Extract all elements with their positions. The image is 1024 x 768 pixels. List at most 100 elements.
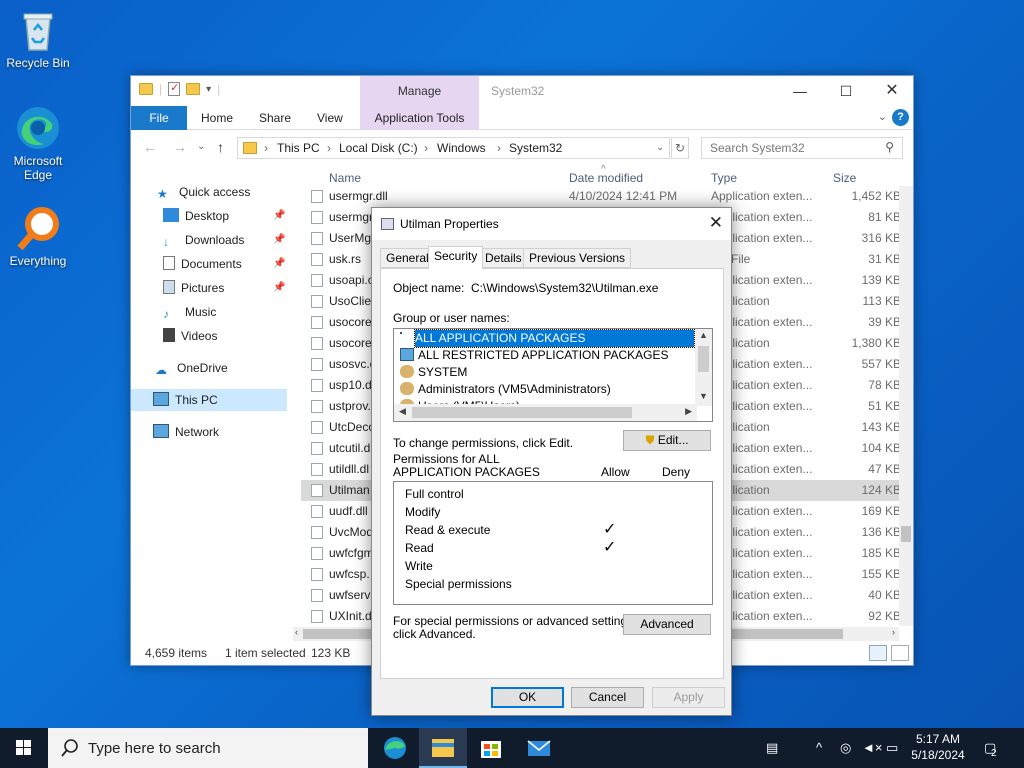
qat-dropdown-icon[interactable]: ▾ xyxy=(206,84,211,95)
scroll-thumb[interactable] xyxy=(901,526,911,542)
nav-music[interactable]: ♪ Music xyxy=(163,301,216,323)
minimize-button[interactable]: — xyxy=(777,76,823,106)
column-name[interactable]: Name xyxy=(329,171,361,185)
nav-desktop[interactable]: Desktop xyxy=(163,205,229,227)
start-button[interactable] xyxy=(0,728,48,768)
tab-view[interactable]: View xyxy=(303,106,357,130)
taskbar: Type here to search ▤ ^ ◎ ◄× ▭ 5:17 AM 5… xyxy=(0,728,1024,768)
tab-file[interactable]: File xyxy=(131,106,187,130)
scroll-thumb[interactable] xyxy=(698,346,709,372)
file-icon xyxy=(311,358,323,371)
forward-icon[interactable]: → xyxy=(173,139,187,155)
volume-muted-icon[interactable]: ◄× xyxy=(862,728,882,768)
scroll-left-icon[interactable]: ‹ xyxy=(295,627,298,637)
column-type[interactable]: Type xyxy=(711,171,737,185)
tab-share[interactable]: Share xyxy=(245,106,305,130)
refresh-icon[interactable]: ↻ xyxy=(671,137,689,159)
up-icon[interactable]: ↑ xyxy=(217,139,224,155)
permissions-for-label-1: Permissions for ALL xyxy=(393,452,500,466)
nav-documents[interactable]: Documents xyxy=(163,253,242,275)
show-hidden-icons[interactable]: ^ xyxy=(816,728,822,768)
tab-previous-versions[interactable]: Previous Versions xyxy=(523,248,632,268)
breadcrumb-system32[interactable]: System32 xyxy=(509,141,562,155)
taskbar-mail[interactable] xyxy=(515,728,563,768)
dialog-close-icon[interactable]: ✕ xyxy=(709,213,723,233)
scroll-down-icon[interactable]: ▼ xyxy=(699,391,708,401)
news-icon[interactable]: ▤ xyxy=(766,728,778,768)
scroll-right-icon[interactable]: ▶ xyxy=(685,406,692,417)
file-icon xyxy=(311,379,323,392)
maximize-button[interactable]: ☐ xyxy=(823,76,869,106)
list-item-system[interactable]: SYSTEM xyxy=(400,364,467,381)
taskbar-store[interactable] xyxy=(467,728,515,768)
taskbar-file-explorer[interactable] xyxy=(419,728,467,768)
nav-pictures[interactable]: Pictures xyxy=(163,277,224,299)
new-folder-icon[interactable] xyxy=(186,83,201,95)
close-button[interactable]: ✕ xyxy=(869,76,915,106)
expand-ribbon-icon[interactable]: ⌄ xyxy=(878,110,887,123)
group-list-horizontal-scrollbar[interactable]: ◀ ▶ xyxy=(394,404,697,421)
scroll-right-icon[interactable]: › xyxy=(892,627,895,637)
file-list-vertical-scrollbar[interactable] xyxy=(899,186,913,626)
list-item-all-app-packages[interactable]: ALL APPLICATION PACKAGES xyxy=(414,329,695,348)
dialog-tabs: General Security Details Previous Versio… xyxy=(380,246,725,269)
apply-button[interactable]: Apply xyxy=(652,687,725,708)
nav-onedrive[interactable]: ☁ OneDrive xyxy=(155,357,228,379)
group-user-list[interactable]: ALL APPLICATION PACKAGES ALL RESTRICTED … xyxy=(393,328,713,422)
scroll-left-icon[interactable]: ◀ xyxy=(399,406,406,417)
meet-now-icon[interactable]: ◎ xyxy=(840,728,851,768)
network-icon[interactable]: ▭ xyxy=(886,728,898,768)
desktop-icon-edge[interactable]: Microsoft Edge xyxy=(0,104,76,182)
file-size: 185 KB xyxy=(861,546,901,560)
list-item-restricted-packages[interactable]: ALL RESTRICTED APPLICATION PACKAGES xyxy=(400,347,669,364)
back-icon[interactable]: ← xyxy=(143,139,157,155)
file-row[interactable]: usermgr.dll 4/10/2024 12:41 PM Application… xyxy=(301,186,901,207)
advanced-button[interactable]: Advanced xyxy=(623,614,711,635)
column-size[interactable]: Size xyxy=(833,171,856,185)
file-name: usp10.dl xyxy=(329,378,375,392)
desktop-icon-everything[interactable]: Everything xyxy=(0,204,76,268)
tab-home[interactable]: Home xyxy=(187,106,247,130)
notification-center-icon[interactable]: ▢ 2 xyxy=(984,728,997,768)
file-name: usocore xyxy=(329,315,372,329)
tab-application-tools[interactable]: Application Tools xyxy=(360,106,479,130)
edit-button[interactable]: ⛊ Edit... xyxy=(623,430,711,451)
clock[interactable]: 5:17 AM 5/18/2024 xyxy=(906,731,970,763)
column-date-modified[interactable]: Date modified xyxy=(569,171,643,185)
tab-general[interactable]: General xyxy=(380,248,435,268)
file-name: ustprov. xyxy=(329,399,371,413)
cancel-button[interactable]: Cancel xyxy=(571,687,644,708)
ok-button[interactable]: OK xyxy=(491,687,564,708)
breadcrumb-windows[interactable]: Windows xyxy=(437,141,486,155)
pictures-icon xyxy=(163,280,175,294)
desktop-icon-recycle-bin[interactable]: Recycle Bin xyxy=(0,6,76,70)
taskbar-search-box[interactable]: Type here to search xyxy=(48,728,368,768)
breadcrumb-local-disk[interactable]: Local Disk (C:) xyxy=(339,141,418,155)
address-dropdown-icon[interactable]: ⌄ xyxy=(656,142,664,153)
list-item-administrators[interactable]: Administrators (VM5\Administrators) xyxy=(400,381,611,398)
scroll-thumb[interactable] xyxy=(412,407,632,418)
properties-icon[interactable] xyxy=(168,81,181,96)
cloud-icon: ☁ xyxy=(155,363,167,377)
nav-network[interactable]: Network xyxy=(153,421,219,443)
search-placeholder: Search System32 xyxy=(710,141,805,155)
taskbar-edge[interactable] xyxy=(371,728,419,768)
details-view-icon[interactable] xyxy=(869,645,887,661)
nav-this-pc[interactable]: This PC xyxy=(131,389,287,411)
recent-locations-icon[interactable]: ⌄ xyxy=(197,141,205,152)
breadcrumb-this-pc[interactable]: This PC xyxy=(277,141,320,155)
scroll-up-icon[interactable]: ▲ xyxy=(699,330,708,340)
address-bar[interactable]: › This PC › Local Disk (C:) › Windows › … xyxy=(237,137,670,159)
tab-details[interactable]: Details xyxy=(479,248,528,268)
computer-icon xyxy=(153,392,169,406)
nav-downloads[interactable]: ↓ Downloads xyxy=(163,229,244,251)
nav-quick-access[interactable]: ★ Quick access xyxy=(157,181,250,203)
file-name: usoapi.c xyxy=(329,273,374,287)
tab-security[interactable]: Security xyxy=(428,246,484,269)
search-input[interactable]: Search System32 ⚲ xyxy=(701,137,903,159)
large-icons-view-icon[interactable] xyxy=(891,645,909,661)
nav-videos[interactable]: Videos xyxy=(163,325,217,347)
special-permissions-text-1: For special permissions or advanced sett… xyxy=(393,614,637,628)
group-list-vertical-scrollbar[interactable]: ▲ ▼ xyxy=(695,329,712,406)
help-icon[interactable]: ? xyxy=(892,109,909,126)
